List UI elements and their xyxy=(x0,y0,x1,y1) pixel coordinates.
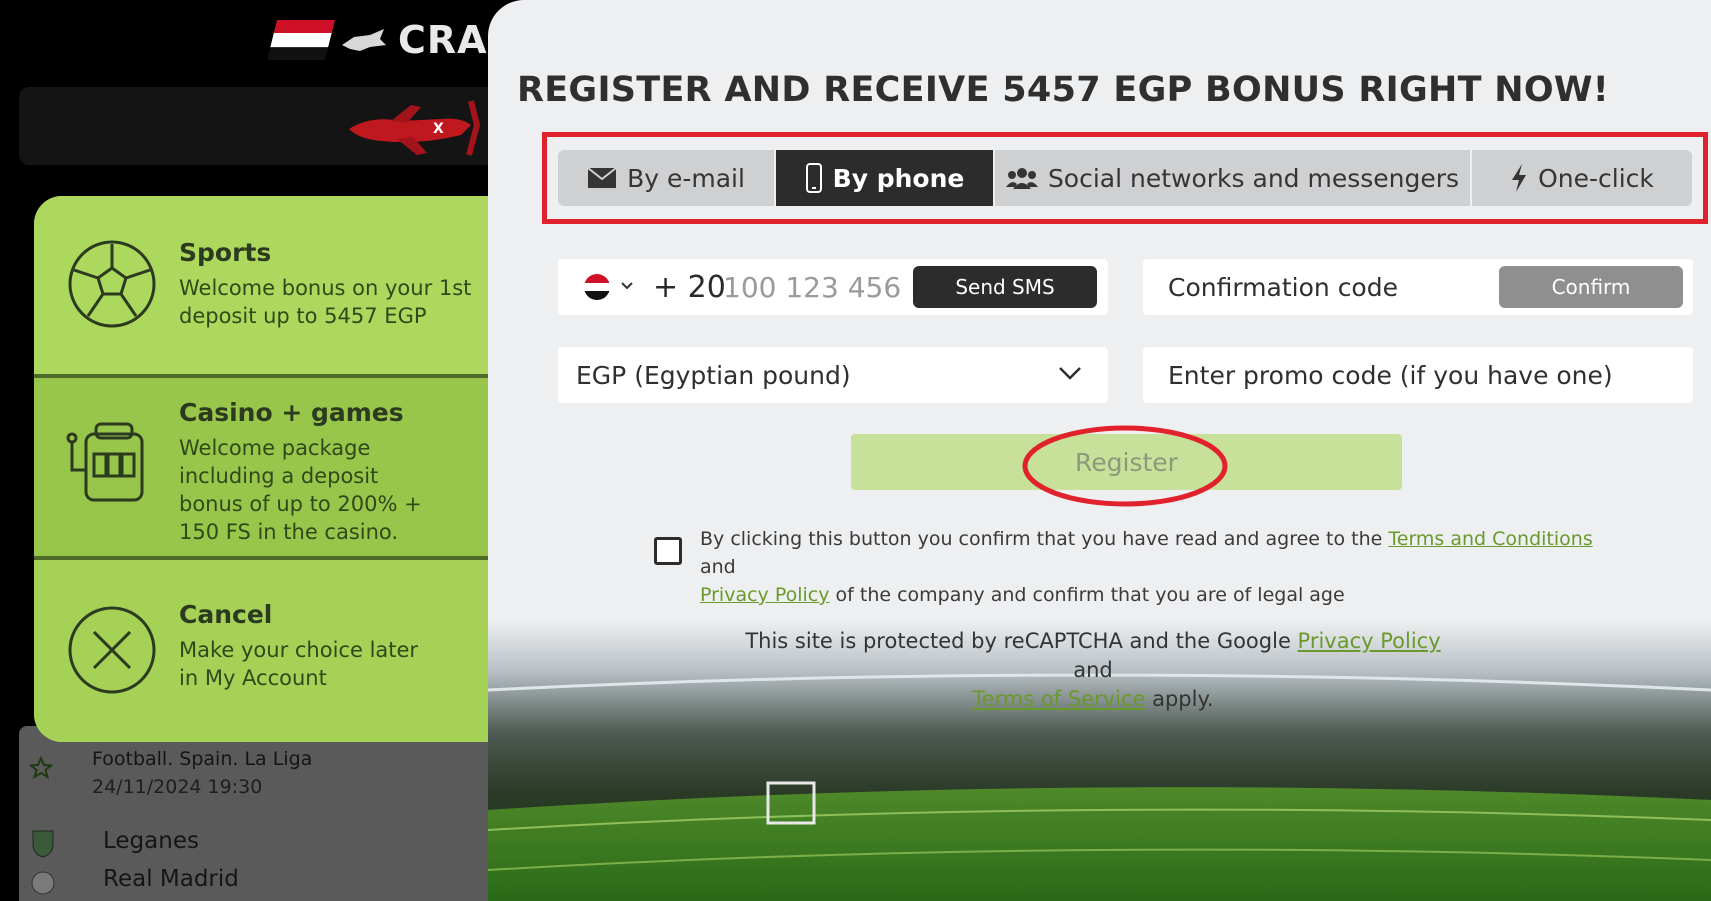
svg-text:X: X xyxy=(433,121,444,137)
recaptcha-suffix: apply. xyxy=(1145,687,1214,711)
agree-checkbox[interactable] xyxy=(654,537,682,565)
bonus-description: Welcome bonus on your 1st deposit up to … xyxy=(179,276,472,328)
soccer-ball-icon xyxy=(68,240,156,328)
aviator-plane-icon: X xyxy=(349,100,481,156)
tab-label: By e-mail xyxy=(627,163,745,193)
recaptcha-and: and xyxy=(1073,658,1113,682)
plane-logo-icon xyxy=(342,29,386,51)
bonus-title: Sports xyxy=(179,238,272,267)
bonus-option-cancel[interactable]: Cancel Make your choice later in My Acco… xyxy=(34,560,504,742)
bonus-description: Make your choice later in My Account xyxy=(179,638,419,690)
team-away: Real Madrid xyxy=(103,866,239,892)
league-label: Football. Spain. La Liga xyxy=(92,748,313,770)
google-terms-link[interactable]: Terms of Service xyxy=(972,687,1145,711)
register-button[interactable]: Register xyxy=(851,434,1402,490)
privacy-policy-link[interactable]: Privacy Policy xyxy=(700,584,829,606)
match-card[interactable]: Football. Spain. La Liga 24/11/2024 19:3… xyxy=(19,726,500,901)
recaptcha-notice: This site is protected by reCAPTCHA and … xyxy=(728,627,1458,714)
users-icon xyxy=(1005,168,1038,189)
promo-code-input[interactable] xyxy=(1168,357,1668,393)
tab-social-networks[interactable]: Social networks and messengers xyxy=(995,150,1472,206)
lightning-icon xyxy=(1512,164,1527,192)
bonus-title: Cancel xyxy=(179,600,273,629)
close-circle-icon xyxy=(68,606,156,694)
confirmation-code-input[interactable] xyxy=(1168,269,1498,305)
chevron-down-icon[interactable] xyxy=(620,279,634,293)
send-sms-button[interactable]: Send SMS xyxy=(913,266,1097,308)
match-datetime: 24/11/2024 19:30 xyxy=(92,776,263,798)
tab-by-email[interactable]: By e-mail xyxy=(558,150,776,206)
leganes-crest-icon xyxy=(32,830,54,858)
egypt-flag-icon xyxy=(267,20,335,60)
promo-code-field xyxy=(1143,347,1693,403)
google-privacy-link[interactable]: Privacy Policy xyxy=(1298,629,1441,653)
bonus-title: Casino + games xyxy=(179,398,404,427)
tab-label: By phone xyxy=(832,163,965,193)
bonus-choice-panel: Sports Welcome bonus on your 1st deposit… xyxy=(34,196,504,742)
phone-input[interactable] xyxy=(723,269,903,305)
slot-machine-icon xyxy=(66,422,144,502)
favorite-star-icon[interactable] xyxy=(29,756,53,780)
tab-label: One-click xyxy=(1538,163,1654,193)
team-home: Leganes xyxy=(103,828,199,854)
registration-method-tabs: By e-mail By phone Social networks and m… xyxy=(558,150,1692,206)
envelope-icon xyxy=(587,167,617,188)
currency-value: EGP (Egyptian pound) xyxy=(576,361,851,390)
phone-icon xyxy=(805,163,822,193)
egypt-flag-icon[interactable] xyxy=(584,274,610,300)
agreement-text: By clicking this button you confirm that… xyxy=(700,525,1630,609)
tab-by-phone[interactable]: By phone xyxy=(776,150,995,206)
dial-code: + 20 xyxy=(653,270,726,305)
bonus-option-casino[interactable]: Casino + games Welcome package including… xyxy=(34,378,504,556)
agreement-suffix: of the company and confirm that you are … xyxy=(829,584,1345,606)
recaptcha-prefix: This site is protected by reCAPTCHA and … xyxy=(745,629,1298,653)
tab-label: Social networks and messengers xyxy=(1047,163,1460,193)
registration-modal: REGISTER AND RECEIVE 5457 EGP BONUS RIGH… xyxy=(488,0,1711,901)
confirmation-code-field: Confirm xyxy=(1143,259,1693,315)
bonus-option-sports[interactable]: Sports Welcome bonus on your 1st deposit… xyxy=(34,196,504,374)
agreement-prefix: By clicking this button you confirm that… xyxy=(700,528,1389,550)
site-logo[interactable]: CRA xyxy=(267,18,488,62)
terms-link[interactable]: Terms and Conditions xyxy=(1388,528,1592,550)
real-madrid-crest-icon xyxy=(31,871,55,895)
logo-text: CRA xyxy=(398,18,488,62)
modal-title: REGISTER AND RECEIVE 5457 EGP BONUS RIGH… xyxy=(516,70,1610,110)
agreement-and: and xyxy=(700,556,736,578)
phone-field: + 20 Send SMS xyxy=(558,259,1108,315)
confirm-button[interactable]: Confirm xyxy=(1499,266,1683,308)
currency-select[interactable]: EGP (Egyptian pound) xyxy=(558,347,1108,403)
bonus-description: Welcome package including a deposit bonu… xyxy=(179,436,422,544)
tab-one-click[interactable]: One-click xyxy=(1472,150,1692,206)
chevron-down-icon xyxy=(1059,367,1081,380)
promo-banner[interactable]: X xyxy=(19,87,500,165)
